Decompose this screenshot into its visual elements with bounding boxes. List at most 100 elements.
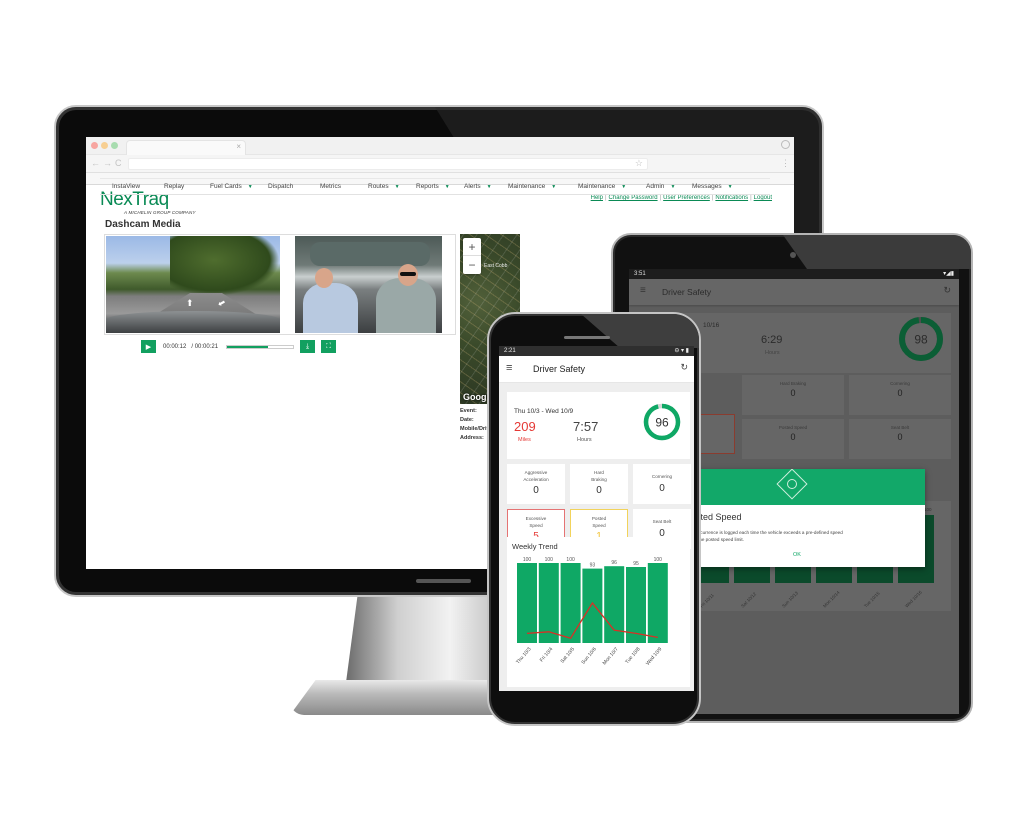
tablet-card-cornering[interactable]: Cornering 0	[849, 375, 951, 415]
phone-app-title: Driver Safety	[533, 364, 586, 374]
nav-replay[interactable]: Replay	[152, 183, 198, 190]
tablet-glare	[783, 235, 971, 269]
tablet-x-axis-label: Fri 10/11	[699, 592, 715, 609]
x-axis-label: Fri 10/4	[539, 646, 555, 663]
current-time: 00:00:12	[163, 343, 187, 350]
nav-messages[interactable]: Messages ▼	[680, 183, 740, 190]
dropdown-caret-icon: ▼	[444, 183, 450, 190]
speed-sign-inner	[787, 479, 797, 489]
trend-bar[interactable]	[582, 568, 603, 643]
dialog-ok-button[interactable]: OK	[793, 552, 801, 558]
tab-close-icon[interactable]: ×	[236, 142, 241, 151]
hamburger-menu-icon[interactable]: ≡	[640, 285, 646, 296]
top-link-logout[interactable]: Logout	[754, 195, 772, 201]
nav-label: Dispatch	[268, 183, 294, 190]
metric-card-aggressive-acceleration[interactable]: Aggressive Acceleration 0	[507, 464, 565, 504]
tablet-camera	[790, 252, 796, 258]
forward-icon[interactable]: →	[103, 158, 112, 168]
map-zoom-out-button[interactable]: −	[463, 256, 481, 274]
link-separator: |	[750, 195, 752, 201]
card-label: Posted Speed	[778, 425, 808, 430]
tablet-card-seat-belt[interactable]: Seat Belt 0	[849, 419, 951, 459]
dropdown-caret-icon: ▼	[486, 183, 492, 190]
top-link-change-password[interactable]: Change Password	[609, 195, 658, 201]
mobile-driver-label: Mobile/Driv	[460, 426, 490, 432]
trend-bar[interactable]	[560, 563, 581, 643]
nav-admin[interactable]: Admin ▼	[634, 183, 680, 190]
nav-fuel-cards[interactable]: Fuel Cards ▼	[198, 183, 256, 190]
download-button[interactable]: ⤓	[300, 340, 316, 353]
window-maximize-dot[interactable]	[111, 142, 118, 149]
trend-bar[interactable]	[626, 567, 646, 643]
play-button[interactable]: ▶	[141, 340, 156, 353]
reload-icon[interactable]: C	[115, 158, 122, 168]
address-bar[interactable]: ☆	[128, 158, 648, 170]
top-link-help[interactable]: Help	[591, 195, 603, 201]
map-zoom-controls: + −	[463, 238, 481, 274]
tablet-app-title: Driver Safety	[662, 287, 712, 297]
dropdown-caret-icon: ▼	[247, 183, 253, 190]
map-city-label: East Cobb	[484, 263, 508, 269]
back-icon[interactable]: ←	[91, 158, 100, 168]
tablet-card-posted-speed[interactable]: Posted Speed 0	[742, 419, 844, 459]
nav-alerts[interactable]: Alerts ▼	[452, 183, 496, 190]
nav-dispatch[interactable]: Dispatch	[256, 183, 308, 190]
phone-glare	[581, 314, 699, 348]
refresh-icon[interactable]: ↻	[943, 285, 951, 296]
posted-speed-dialog: sted Speed ccurrence is logged each time…	[697, 469, 925, 567]
nav-label: Alerts	[464, 183, 481, 190]
metric-label: Hard Braking	[570, 470, 628, 483]
nav-maintenance[interactable]: Maintenance ▼	[566, 183, 634, 190]
nav-instaview[interactable]: InstaView	[100, 183, 152, 190]
map-zoom-in-button[interactable]: +	[463, 238, 481, 256]
tablet-x-axis-label: Sat 10/12	[740, 591, 758, 609]
card-value: 0	[790, 432, 796, 442]
nav-metrics[interactable]: Metrics	[308, 183, 356, 190]
nav-reports[interactable]: Reports ▼	[404, 183, 452, 190]
metric-value: 0	[533, 485, 539, 496]
dialog-header	[697, 469, 925, 505]
tablet-score-value: 98	[914, 333, 928, 347]
bookmark-star-icon[interactable]: ☆	[635, 158, 643, 169]
profile-icon[interactable]	[781, 140, 790, 149]
nav-label: Fuel Cards	[210, 183, 242, 190]
x-axis-label: Sat 10/5	[560, 646, 577, 664]
hamburger-menu-icon[interactable]: ≡	[506, 362, 512, 374]
dialog-body-line: the posted speed limit.	[698, 537, 744, 542]
bar-value-label: 96	[611, 560, 617, 566]
tablet-x-axis-label: Tue 10/15	[863, 590, 881, 609]
browser-tab[interactable]: ×	[126, 140, 246, 155]
video-progress-bar[interactable]	[226, 344, 295, 349]
cabin-camera-video[interactable]	[295, 236, 442, 333]
nav-label: Messages	[692, 183, 722, 190]
link-separator: |	[604, 195, 607, 201]
front-camera-video[interactable]: ⬆ ⬅	[106, 236, 280, 333]
nav-maintenance[interactable]: Maintenance ▼	[496, 183, 566, 190]
window-close-dot[interactable]	[91, 142, 98, 149]
tablet-app-bar: ≡ Driver Safety ↻	[629, 279, 959, 305]
dropdown-caret-icon: ▼	[621, 183, 627, 190]
top-link-notifications[interactable]: Notifications	[715, 195, 748, 201]
trend-bar[interactable]	[647, 563, 668, 643]
video-driver	[376, 278, 436, 333]
trend-bar[interactable]	[517, 563, 537, 643]
phone-screen: 2:21 ⊖ ▾ ▮ ≡ Driver Safety ↻ Thu 10/3 - …	[499, 346, 694, 691]
metric-card-cornering[interactable]: Cornering 0	[633, 464, 691, 504]
nav-label: Reports	[416, 183, 439, 190]
trend-bar[interactable]	[538, 563, 559, 643]
phone-status-time: 2:21	[504, 348, 516, 354]
fullscreen-button[interactable]: ⛶	[321, 340, 337, 353]
window-minimize-dot[interactable]	[101, 142, 108, 149]
nav-label: Replay	[164, 183, 185, 190]
tablet-card-hard-braking[interactable]: Hard Braking 0	[742, 375, 844, 415]
refresh-icon[interactable]: ↻	[680, 362, 688, 373]
metric-label-line: Seat Belt	[652, 519, 672, 524]
nav-routes[interactable]: Routes ▼	[356, 183, 404, 190]
phone-speaker	[564, 336, 610, 339]
video-panel: ⬆ ⬅	[104, 234, 456, 335]
top-link-user-preferences[interactable]: User Preferences	[663, 195, 710, 201]
weekly-trend-chart: 100 Thu 10/3 100 Fri 10/4 100 Sat 10/5 93 Sun 1…	[515, 557, 668, 667]
browser-menu-icon[interactable]: ⋮	[781, 158, 790, 169]
metric-card-hard-braking[interactable]: Hard Braking 0	[570, 464, 628, 504]
tablet-x-axis-label: Mon 10/14	[822, 589, 841, 609]
